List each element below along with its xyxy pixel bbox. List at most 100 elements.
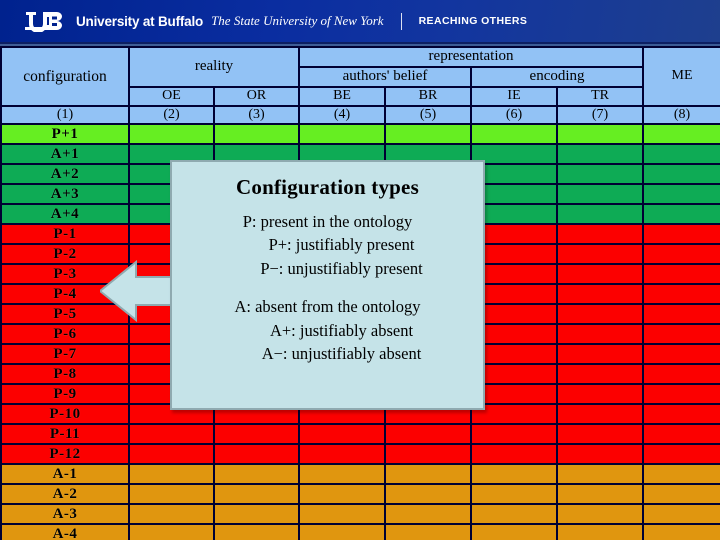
table-row[interactable]: P-11 (0, 423, 720, 446)
row-label-cell: A-4 (0, 523, 130, 540)
row-data-cell (470, 423, 559, 446)
row-data-cell (642, 223, 720, 246)
row-label-cell: A+2 (0, 163, 130, 186)
row-data-cell (212, 463, 301, 486)
row-data-cell (642, 323, 720, 346)
row-data-cell (642, 263, 720, 286)
table-row[interactable]: P+1 (0, 123, 720, 146)
row-data-cell (556, 503, 645, 526)
row-data-cell (556, 303, 645, 326)
row-label-cell: P+1 (0, 123, 130, 146)
row-label-cell: A+4 (0, 203, 130, 226)
row-data-cell (642, 363, 720, 386)
row-label-cell: P-12 (0, 443, 130, 466)
table-row[interactable]: A-1 (0, 463, 720, 486)
row-data-cell (642, 203, 720, 226)
row-data-cell (298, 463, 387, 486)
row-data-cell (128, 523, 215, 540)
header-num-2: (2) (128, 104, 215, 126)
row-label-cell: P-8 (0, 363, 130, 386)
row-data-cell (642, 183, 720, 206)
row-data-cell (556, 423, 645, 446)
row-data-cell (556, 123, 645, 146)
row-data-cell (470, 463, 559, 486)
header-num-7: (7) (556, 104, 645, 126)
row-data-cell (470, 523, 559, 540)
callout-arrow-icon (100, 260, 174, 322)
row-data-cell (298, 123, 387, 146)
row-data-cell (556, 323, 645, 346)
row-label-cell: P-9 (0, 383, 130, 406)
header-num-1: (1) (0, 104, 130, 126)
row-data-cell (556, 523, 645, 540)
row-data-cell (384, 503, 473, 526)
row-data-cell (556, 443, 645, 466)
row-data-cell (298, 503, 387, 526)
header-num-8: (8) (642, 104, 720, 126)
row-data-cell (212, 123, 301, 146)
configuration-types-callout: Configuration types P: present in the on… (170, 160, 485, 410)
header-ie: IE (470, 86, 559, 107)
header-me: ME (642, 46, 720, 107)
row-label-cell: P-7 (0, 343, 130, 366)
row-data-cell (556, 403, 645, 426)
row-data-cell (556, 483, 645, 506)
row-data-cell (556, 243, 645, 266)
row-data-cell (384, 483, 473, 506)
row-data-cell (642, 343, 720, 366)
row-data-cell (642, 303, 720, 326)
row-data-cell (212, 523, 301, 540)
university-banner: University at Buffalo The State Universi… (0, 0, 720, 44)
header-reality: reality (127, 46, 301, 88)
callout-present-head: P: present in the ontology (242, 212, 413, 231)
row-data-cell (384, 443, 473, 466)
row-data-cell (556, 283, 645, 306)
brand-divider (400, 12, 402, 30)
row-label-cell: A-2 (0, 483, 130, 506)
row-data-cell (556, 143, 645, 166)
row-data-cell (298, 423, 387, 446)
row-data-cell (556, 363, 645, 386)
header-tr: TR (556, 86, 645, 107)
row-data-cell (642, 443, 720, 466)
row-data-cell (556, 263, 645, 286)
table-row[interactable]: A-3 (0, 503, 720, 526)
row-label-cell: A-1 (0, 463, 130, 486)
table-row[interactable]: A-4 (0, 523, 720, 540)
header-oe: OE (128, 86, 215, 107)
callout-present-minus: P−: unjustifiably present (260, 258, 423, 278)
row-data-cell (470, 503, 559, 526)
row-data-cell (128, 503, 215, 526)
row-data-cell (128, 123, 215, 146)
table-header: configuration reality representation ME … (0, 46, 720, 126)
header-encoding: encoding (470, 66, 645, 88)
header-num-5: (5) (384, 104, 473, 126)
row-data-cell (556, 223, 645, 246)
row-data-cell (298, 483, 387, 506)
row-label-cell: P-11 (0, 423, 130, 446)
row-data-cell (642, 523, 720, 540)
row-data-cell (642, 403, 720, 426)
row-data-cell (128, 463, 215, 486)
table-row[interactable]: P-12 (0, 443, 720, 466)
row-data-cell (384, 123, 473, 146)
callout-absent-head: A: absent from the ontology (234, 297, 421, 317)
row-data-cell (642, 463, 720, 486)
table-row[interactable]: A-2 (0, 483, 720, 506)
header-authors-belief: authors' belief (298, 66, 473, 88)
header-num-4: (4) (298, 104, 387, 126)
header-configuration: configuration (0, 46, 130, 107)
ub-logo-icon (25, 12, 62, 32)
row-data-cell (212, 503, 301, 526)
row-data-cell (212, 483, 301, 506)
row-data-cell (384, 463, 473, 486)
row-data-cell (128, 423, 215, 446)
brand-subtitle: The State University of New York (211, 13, 384, 28)
row-data-cell (384, 523, 473, 540)
header-or: OR (212, 86, 301, 107)
callout-absent-minus: A−: unjustifiably absent (261, 344, 422, 364)
row-data-cell (470, 123, 559, 146)
header-row-numbers: (1) (2) (3) (4) (5) (6) (7) (8) (0, 104, 720, 126)
row-label-cell: P-10 (0, 403, 130, 426)
row-label-cell: A+3 (0, 183, 130, 206)
